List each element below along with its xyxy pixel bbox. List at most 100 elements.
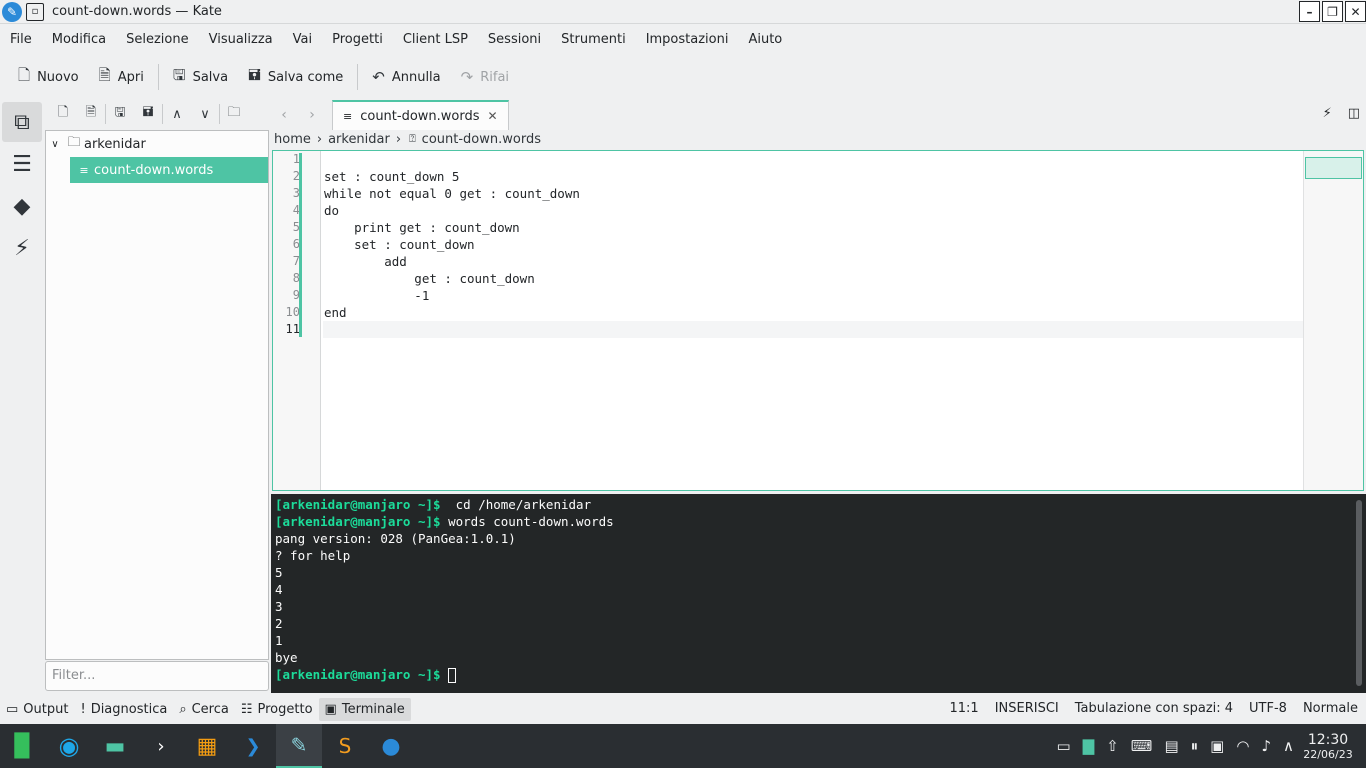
indentation-setting[interactable]: Tabulazione con spazi: 4 bbox=[1075, 701, 1233, 716]
projects-panel-button[interactable]: ☰ bbox=[2, 144, 42, 184]
code-editor[interactable]: 1 2 3 4 5 6 7 8 9 10 11 set : count_down… bbox=[272, 150, 1364, 491]
toolbar-separator bbox=[357, 64, 359, 90]
code-line[interactable]: get : count_down bbox=[323, 270, 1305, 287]
diagnostics-tool-button[interactable]: ! Diagnostica bbox=[74, 698, 173, 721]
terminal-tray-icon[interactable]: ⌨ bbox=[1131, 737, 1153, 755]
tray-expand-icon[interactable]: ∧ bbox=[1283, 737, 1294, 755]
menu-client-lsp[interactable]: Client LSP bbox=[393, 32, 478, 47]
filter-input[interactable]: Filter... bbox=[45, 661, 269, 691]
quick-open-icon[interactable]: ⚡ bbox=[1323, 106, 1332, 121]
menu-strumenti[interactable]: Strumenti bbox=[551, 32, 636, 47]
menu-impostazioni[interactable]: Impostazioni bbox=[636, 32, 739, 47]
text-file-icon: ≡ bbox=[79, 163, 89, 177]
code-line[interactable] bbox=[323, 151, 1305, 168]
highlight-mode[interactable]: Normale bbox=[1303, 701, 1358, 716]
clipboard-icon[interactable]: ▤ bbox=[1164, 737, 1178, 755]
code-line[interactable]: print get : count_down bbox=[323, 219, 1305, 236]
code-line[interactable]: -1 bbox=[323, 287, 1305, 304]
minimize-button[interactable]: – bbox=[1299, 1, 1320, 22]
console-button[interactable]: › bbox=[138, 724, 184, 768]
output-tool-button[interactable]: ▭ Output bbox=[0, 698, 74, 721]
crumb-file[interactable]: count-down.words bbox=[422, 132, 541, 147]
git-panel-button[interactable]: ◆ bbox=[2, 186, 42, 226]
clock[interactable]: 12:30 22/06/23 bbox=[1298, 732, 1358, 762]
code-line[interactable]: set : count_down bbox=[323, 236, 1305, 253]
new-doc-icon[interactable]: 🗋 bbox=[49, 103, 77, 125]
powershell-button[interactable]: ❯ bbox=[230, 724, 276, 768]
tab-count-down[interactable]: ≡ count-down.words ✕ bbox=[332, 100, 509, 130]
open-button[interactable]: 🗎 Apri bbox=[89, 61, 154, 94]
undo-button[interactable]: ↶ Annulla bbox=[362, 64, 450, 90]
code-line[interactable]: add bbox=[323, 253, 1305, 270]
updates-icon[interactable]: ⇧ bbox=[1106, 737, 1119, 755]
input-mode[interactable]: INSERISCI bbox=[995, 701, 1059, 716]
terminal-scrollbar[interactable] bbox=[1356, 500, 1362, 686]
tree-folder[interactable]: ∨ 🗀 arkenidar bbox=[46, 131, 268, 157]
office-button[interactable]: ▦ bbox=[184, 724, 230, 768]
virtual-desktop-icon[interactable]: ▇ bbox=[1083, 737, 1095, 755]
menu-visualizza[interactable]: Visualizza bbox=[199, 32, 283, 47]
line-number: 6 bbox=[292, 237, 300, 251]
next-doc-icon[interactable]: ∨ bbox=[191, 107, 219, 122]
file-label: count-down.words bbox=[94, 162, 214, 178]
kde-app-button[interactable]: ● bbox=[368, 724, 414, 768]
sublime-button[interactable]: S bbox=[322, 724, 368, 768]
terminal-input[interactable] bbox=[441, 667, 449, 682]
cursor-position[interactable]: 11:1 bbox=[950, 701, 979, 716]
terminal-panel[interactable]: [arkenidar@manjaro ~]$ cd /home/arkenida… bbox=[271, 494, 1366, 693]
split-view-icon[interactable]: ◫ bbox=[1348, 106, 1360, 121]
menu-file[interactable]: File bbox=[0, 32, 42, 47]
crumb-home[interactable]: home bbox=[274, 132, 311, 147]
prev-doc-icon[interactable]: ∧ bbox=[163, 107, 191, 122]
file-manager-button[interactable]: ▬ bbox=[92, 724, 138, 768]
menu-selezione[interactable]: Selezione bbox=[116, 32, 199, 47]
documents-panel-button[interactable]: ⧉ bbox=[2, 102, 42, 142]
pin-icon[interactable]: ▫ bbox=[26, 2, 44, 21]
volume-icon[interactable]: ♪ bbox=[1261, 737, 1271, 755]
crumb-user[interactable]: arkenidar bbox=[328, 132, 390, 147]
project-tool-button[interactable]: ☷ Progetto bbox=[235, 698, 319, 721]
code-line-current[interactable] bbox=[323, 321, 1305, 338]
battery-icon[interactable]: ▣ bbox=[1210, 737, 1224, 755]
menu-modifica[interactable]: Modifica bbox=[42, 32, 116, 47]
save-as-button[interactable]: 🖬 Salva come bbox=[238, 61, 353, 94]
save-all-icon[interactable]: 🖬 bbox=[134, 103, 162, 125]
code-line[interactable]: while not equal 0 get : count_down bbox=[323, 185, 1305, 202]
close-tab-icon[interactable]: ✕ bbox=[488, 109, 498, 123]
tree-file[interactable]: ≡ count-down.words bbox=[70, 157, 268, 183]
code-line[interactable]: end bbox=[323, 304, 1305, 321]
redo-button[interactable]: ↷ Rifai bbox=[451, 64, 519, 90]
terminal-output: bye bbox=[275, 650, 298, 665]
wifi-icon[interactable]: ◠ bbox=[1236, 737, 1249, 755]
menu-vai[interactable]: Vai bbox=[283, 32, 322, 47]
sync-folder-icon[interactable]: 🗀 bbox=[220, 103, 248, 125]
minimap-viewport[interactable] bbox=[1305, 157, 1362, 179]
terminal-output: 5 bbox=[275, 565, 283, 580]
symbols-panel-button[interactable]: ⚡ bbox=[2, 228, 42, 268]
close-button[interactable]: ✕ bbox=[1345, 1, 1366, 22]
search-tool-button[interactable]: ⌕ Cerca bbox=[173, 698, 235, 721]
menu-aiuto[interactable]: Aiuto bbox=[738, 32, 792, 47]
code-line[interactable]: set : count_down 5 bbox=[323, 168, 1305, 185]
forward-arrow-icon[interactable]: › bbox=[298, 107, 326, 123]
maximize-button[interactable]: ❐ bbox=[1322, 1, 1343, 22]
code-line[interactable]: do bbox=[323, 202, 1305, 219]
menu-progetti[interactable]: Progetti bbox=[322, 32, 393, 47]
code-text[interactable]: set : count_down 5 while not equal 0 get… bbox=[323, 151, 1305, 338]
terminal-tool-button[interactable]: ▣ Terminale bbox=[318, 697, 411, 721]
kate-app-icon[interactable]: ✎ bbox=[2, 1, 22, 22]
kate-taskbar-button[interactable]: ✎ bbox=[276, 724, 322, 768]
save-doc-icon[interactable]: 🖫 bbox=[106, 103, 134, 125]
show-desktop-icon[interactable]: ▭ bbox=[1056, 737, 1070, 755]
minimap[interactable] bbox=[1303, 151, 1363, 490]
manjaro-menu-button[interactable]: ▉ bbox=[0, 724, 46, 768]
new-button[interactable]: 🗋 Nuovo bbox=[8, 61, 89, 94]
save-button[interactable]: 🖫 Salva bbox=[163, 61, 238, 94]
menu-sessioni[interactable]: Sessioni bbox=[478, 32, 551, 47]
media-pause-icon[interactable]: ⏸ bbox=[1191, 737, 1199, 755]
chevron-down-icon[interactable]: ∨ bbox=[46, 139, 64, 150]
close-doc-icon[interactable]: 🗎 bbox=[77, 103, 105, 125]
edge-browser-button[interactable]: ◉ bbox=[46, 724, 92, 768]
encoding-setting[interactable]: UTF-8 bbox=[1249, 701, 1287, 716]
back-arrow-icon[interactable]: ‹ bbox=[270, 107, 298, 123]
